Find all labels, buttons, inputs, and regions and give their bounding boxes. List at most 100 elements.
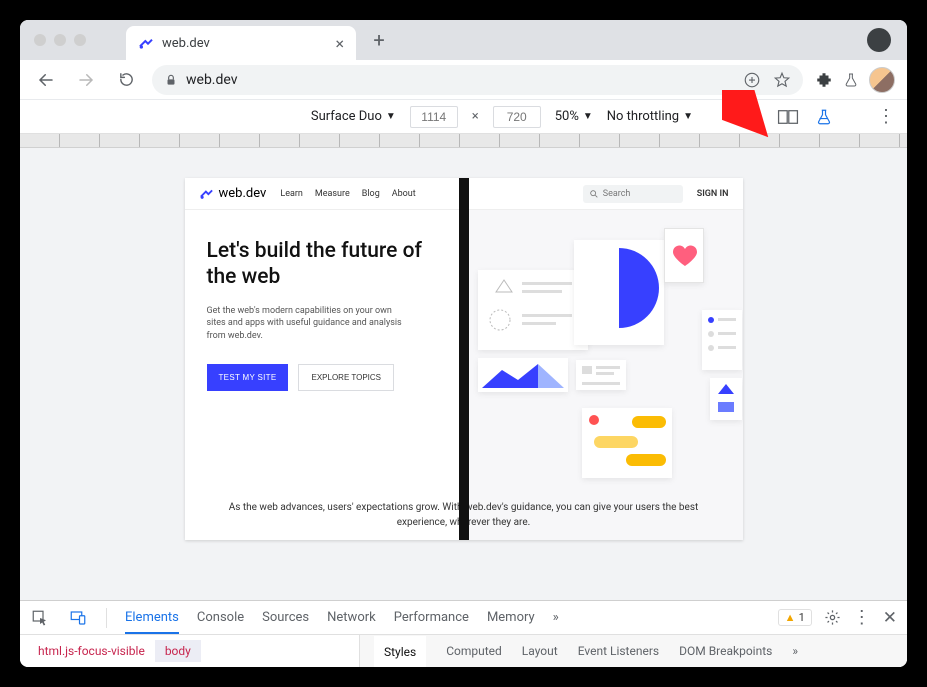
nav-blog[interactable]: Blog — [362, 189, 380, 199]
arrow-right-icon — [77, 71, 95, 89]
device-mode-icon — [69, 609, 87, 627]
illus-list — [702, 310, 742, 370]
lock-icon — [164, 73, 178, 87]
tab-sources[interactable]: Sources — [262, 610, 309, 625]
devtools-close-icon[interactable]: ✕ — [883, 608, 897, 628]
device-toolbar: Surface Duo▼ × 50%▼ No throttling▼ ⋮ — [20, 100, 907, 134]
window-controls[interactable] — [34, 34, 86, 46]
reload-icon — [118, 71, 135, 88]
height-input[interactable] — [493, 106, 541, 128]
extensions-icon[interactable] — [815, 71, 833, 89]
rotate-icon — [742, 107, 762, 127]
add-bookmark-plus-icon[interactable] — [743, 71, 761, 89]
hero-subtext: Get the web's modern capabilities on you… — [207, 305, 407, 343]
inspect-icon — [31, 609, 49, 627]
nav-learn[interactable]: Learn — [280, 189, 303, 199]
dual-screen-button[interactable] — [777, 106, 799, 128]
arrow-left-icon — [37, 71, 55, 89]
illus-chart — [478, 358, 568, 392]
site-brand[interactable]: web.dev — [199, 186, 267, 201]
device-frame: web.dev Learn Measure Blog About Search … — [185, 178, 743, 540]
back-button[interactable] — [32, 66, 60, 94]
dom-breadcrumbs[interactable]: html.js-focus-visible body — [20, 635, 201, 667]
signin-button[interactable]: SIGN IN — [697, 189, 729, 199]
hero-illustration — [464, 210, 743, 540]
reload-button[interactable] — [112, 66, 140, 94]
crumb-html[interactable]: html.js-focus-visible — [28, 640, 155, 662]
nav-measure[interactable]: Measure — [315, 189, 350, 199]
toolbar: web.dev — [20, 60, 907, 100]
devtools-tabs: Elements Console Sources Network Perform… — [20, 601, 907, 635]
width-input[interactable] — [410, 106, 458, 128]
site-nav: Learn Measure Blog About — [280, 189, 415, 199]
illus-shapes — [710, 378, 742, 420]
search-icon — [589, 189, 599, 199]
device-hinge — [459, 178, 469, 540]
stab-dombp[interactable]: DOM Breakpoints — [679, 644, 772, 658]
tab-title: web.dev — [162, 36, 210, 51]
tab-network[interactable]: Network — [327, 610, 376, 625]
tab-close-icon[interactable]: × — [335, 34, 344, 53]
illus-heart — [664, 228, 704, 283]
star-icon[interactable] — [773, 71, 791, 89]
site-search[interactable]: Search — [583, 185, 683, 203]
illus-shape — [574, 240, 664, 345]
caret-down-icon: ▼ — [583, 111, 593, 122]
illus-lines — [576, 360, 626, 390]
explore-topics-button[interactable]: EXPLORE TOPICS — [298, 364, 394, 391]
ruler — [20, 134, 907, 148]
profile-avatar[interactable] — [869, 67, 895, 93]
warning-icon: ▲ — [785, 611, 796, 624]
tab-console[interactable]: Console — [197, 610, 244, 625]
stab-layout[interactable]: Layout — [522, 644, 558, 658]
dimension-separator: × — [472, 109, 479, 124]
nav-about[interactable]: About — [392, 189, 416, 199]
tab-memory[interactable]: Memory — [487, 610, 535, 625]
traffic-close-icon[interactable] — [34, 34, 46, 46]
stab-listeners[interactable]: Event Listeners — [578, 644, 659, 658]
tabs-overflow-icon[interactable]: » — [553, 610, 559, 625]
styles-pane-tabs: Styles Computed Layout Event Listeners D… — [359, 635, 907, 667]
test-site-button[interactable]: TEST MY SITE — [207, 364, 289, 391]
webdev-favicon-icon — [138, 35, 154, 51]
webdev-logo-icon — [199, 186, 214, 201]
forward-button[interactable] — [72, 66, 100, 94]
labs-flask-icon[interactable] — [843, 71, 859, 89]
tab-elements[interactable]: Elements — [125, 610, 179, 634]
flask-check-icon — [815, 107, 833, 127]
browser-tab[interactable]: web.dev × — [126, 26, 356, 60]
book-icon — [777, 108, 799, 126]
styles-overflow-icon[interactable]: » — [792, 644, 798, 658]
traffic-minimize-icon[interactable] — [54, 34, 66, 46]
address-bar[interactable]: web.dev — [152, 65, 803, 95]
hero-heading: Let's build the future of the web — [207, 238, 442, 291]
crumb-body[interactable]: body — [155, 640, 201, 662]
devtools-panel: Elements Console Sources Network Perform… — [20, 600, 907, 667]
devtools-menu-icon[interactable]: ⋮ — [853, 607, 871, 628]
incognito-icon[interactable] — [867, 28, 891, 52]
device-select[interactable]: Surface Duo▼ — [311, 109, 396, 124]
titlebar: web.dev × + — [20, 20, 907, 60]
stab-computed[interactable]: Computed — [446, 644, 502, 658]
device-toolbar-menu[interactable]: ⋮ — [877, 106, 895, 127]
experiments-button[interactable] — [813, 106, 835, 128]
url-text: web.dev — [186, 72, 238, 88]
rotate-button[interactable] — [741, 106, 763, 128]
throttling-select[interactable]: No throttling▼ — [607, 109, 693, 124]
gear-icon[interactable] — [824, 609, 841, 626]
issues-chip[interactable]: ▲ 1 — [778, 609, 812, 626]
device-viewport: web.dev Learn Measure Blog About Search … — [20, 148, 907, 600]
hero-left: Let's build the future of the web Get th… — [185, 210, 464, 540]
traffic-zoom-icon[interactable] — [74, 34, 86, 46]
browser-window: web.dev × + web.dev — [20, 20, 907, 667]
stab-styles[interactable]: Styles — [374, 636, 426, 667]
caret-down-icon: ▼ — [683, 111, 693, 122]
device-mode-button[interactable] — [68, 608, 88, 628]
illus-card — [478, 270, 588, 350]
illus-chat — [582, 408, 672, 478]
zoom-select[interactable]: 50%▼ — [555, 109, 593, 124]
inspect-element-button[interactable] — [30, 608, 50, 628]
caret-down-icon: ▼ — [386, 111, 396, 122]
new-tab-button[interactable]: + — [364, 25, 394, 55]
tab-performance[interactable]: Performance — [394, 610, 469, 625]
